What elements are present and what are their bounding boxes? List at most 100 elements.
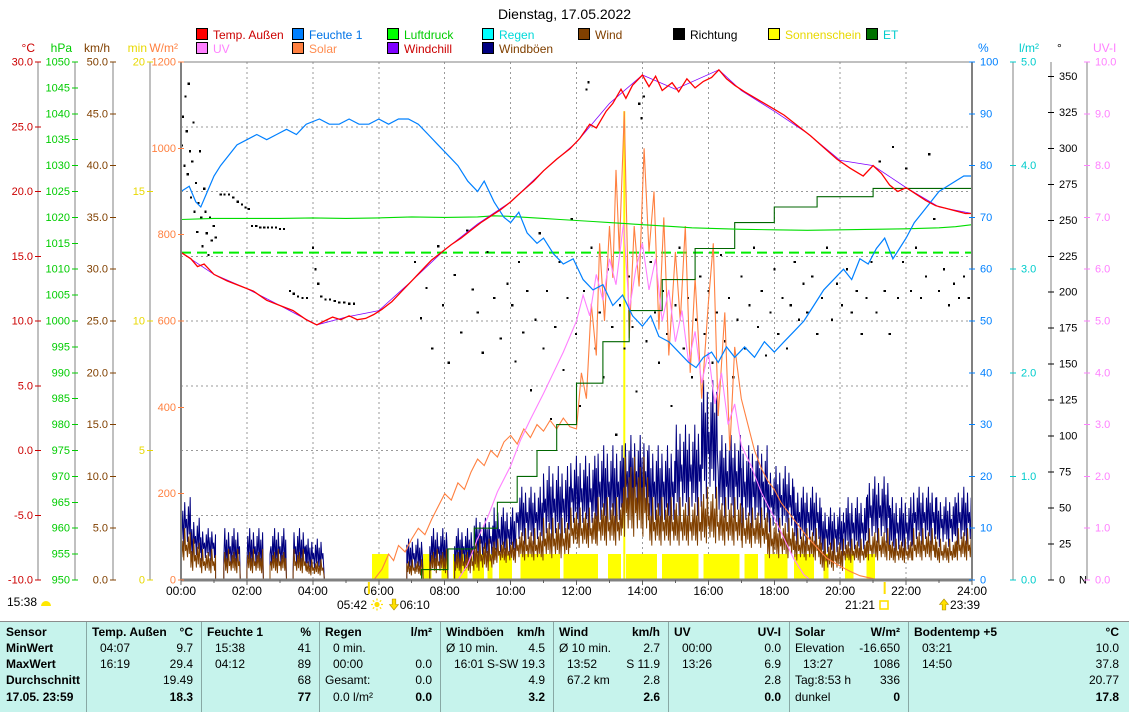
series-richtung-dot (191, 160, 193, 162)
table-cell-value: 0 (789, 690, 900, 704)
table-col-unit: l/m² (319, 625, 432, 639)
series-richtung-dot (460, 332, 462, 334)
moonrise-time: 23:39 (950, 598, 980, 612)
axis-tick-label: 10.0 (87, 471, 108, 483)
series-richtung-dot (566, 297, 568, 299)
series-richtung-dot (530, 389, 532, 391)
series-sonnenschein-bar (745, 554, 758, 580)
series-richtung-dot (889, 333, 891, 335)
axis-tick-label: 0.0 (1021, 575, 1036, 587)
axis-tick-label: 30.0 (87, 264, 108, 276)
series-richtung-dot (228, 193, 230, 195)
series-sonnenschein-bar (764, 554, 787, 580)
series-richtung-dot (301, 297, 303, 299)
series-richtung-dot (870, 261, 872, 263)
axis-tick-label: 1005 (46, 290, 70, 302)
series-richtung-dot (794, 261, 796, 263)
table-cell-value: 1086 (789, 657, 900, 671)
axis-tick-label: 100 (1059, 431, 1077, 443)
axis-tick-label: 125 (1059, 395, 1077, 407)
series-richtung-dot (640, 117, 642, 119)
table-col-unit: UV-I (668, 625, 781, 639)
axis-tick-label: 800 (158, 229, 176, 241)
series-sonnenschein-bar (703, 554, 739, 580)
series-sonnenschein-bar (867, 554, 875, 580)
series-richtung-dot (554, 326, 556, 328)
series-richtung-dot (968, 297, 970, 299)
table-cell-value: 4.9 (440, 673, 545, 687)
axis-tick-label: 100 (980, 57, 998, 69)
table-row-label: MaxWert (6, 657, 56, 671)
axis-tick-label: 50 (980, 316, 992, 328)
axis-tick-label: 965 (52, 497, 70, 509)
series-richtung-dot (329, 298, 331, 300)
axis-tick-label: 0.0 (18, 445, 33, 457)
series-richtung-dot (237, 201, 239, 203)
series-richtung-dot (183, 165, 185, 167)
series-richtung-dot (324, 298, 326, 300)
series-richtung-dot (293, 293, 295, 295)
axis-tick-label: 40 (980, 367, 992, 379)
sunrise-axis-marker (368, 582, 370, 594)
axis-tick-label: 1.0 (1095, 523, 1110, 535)
axis-unit-lm2: l/m² (1019, 41, 1039, 55)
series-richtung-dot (590, 247, 592, 249)
axis-tick-label: 3.0 (1021, 264, 1036, 276)
series-richtung-dot (338, 301, 340, 303)
series-richtung-dot (884, 290, 886, 292)
series-richtung-dot (599, 311, 601, 313)
series-richtung-dot (933, 218, 935, 220)
series-richtung-dot (188, 83, 190, 85)
axis-tick-label: 150 (1059, 359, 1077, 371)
series-richtung-dot (963, 275, 965, 277)
moonset-time: 06:10 (400, 598, 430, 612)
sunset-axis-marker (884, 582, 886, 594)
series-richtung-dot (821, 297, 823, 299)
series-richtung-dot (623, 347, 625, 349)
series-richtung-dot (811, 275, 813, 277)
x-tick-label: 16:00 (693, 584, 723, 598)
axis-tick-label: 10 (980, 523, 992, 535)
table-cell-value: 17.8 (908, 690, 1119, 704)
series-richtung-dot (856, 290, 858, 292)
axis-tick-label: 1025 (46, 186, 70, 198)
series-richtung-dot (798, 319, 800, 321)
x-tick-label: 18:00 (759, 584, 789, 598)
series-richtung-dot (920, 297, 922, 299)
series-richtung-dot (279, 228, 281, 230)
series-richtung-dot (728, 297, 730, 299)
table-cell-value: 68 (201, 673, 311, 687)
series-richtung-dot (186, 130, 188, 132)
axis-tick-label: 995 (52, 341, 70, 353)
series-richtung-dot (259, 226, 261, 228)
sunrise-time: 05:42 (337, 598, 367, 612)
series-richtung-dot (786, 347, 788, 349)
series-richtung-dot (526, 290, 528, 292)
series-richtung-dot (420, 317, 422, 319)
table-row-label: Durchschnitt (6, 673, 80, 687)
series-sonnenschein-bar (662, 554, 698, 580)
axis-tick-label: 980 (52, 419, 70, 431)
axis-tick-label: 200 (158, 488, 176, 500)
axis-unit-pct: % (978, 41, 989, 55)
table-cell-value: 0.0 (319, 657, 432, 671)
series-richtung-dot (615, 434, 617, 436)
series-richtung-dot (437, 245, 439, 247)
table-cell-label: 0 min. (333, 641, 366, 655)
axis-tick-label: 0 (139, 575, 145, 587)
table-cell-value: 29.4 (86, 657, 193, 671)
series-richtung-dot (534, 319, 536, 321)
table-cell-value: 18.3 (86, 690, 193, 704)
series-richtung-dot (487, 251, 489, 253)
axis-tick-label: 985 (52, 393, 70, 405)
series-richtung-dot (289, 290, 291, 292)
series-richtung-dot (826, 247, 828, 249)
series-richtung-dot (902, 261, 904, 263)
moonrise-annotation: 23:39 (938, 598, 980, 612)
axis-tick-label: 7.0 (1095, 212, 1110, 224)
axis-tick-label: 1020 (46, 212, 70, 224)
series-richtung-dot (654, 311, 656, 313)
series-richtung-dot (312, 247, 314, 249)
table-cell-value: 20.77 (908, 673, 1119, 687)
series-sonnenschein-bar (372, 554, 388, 580)
